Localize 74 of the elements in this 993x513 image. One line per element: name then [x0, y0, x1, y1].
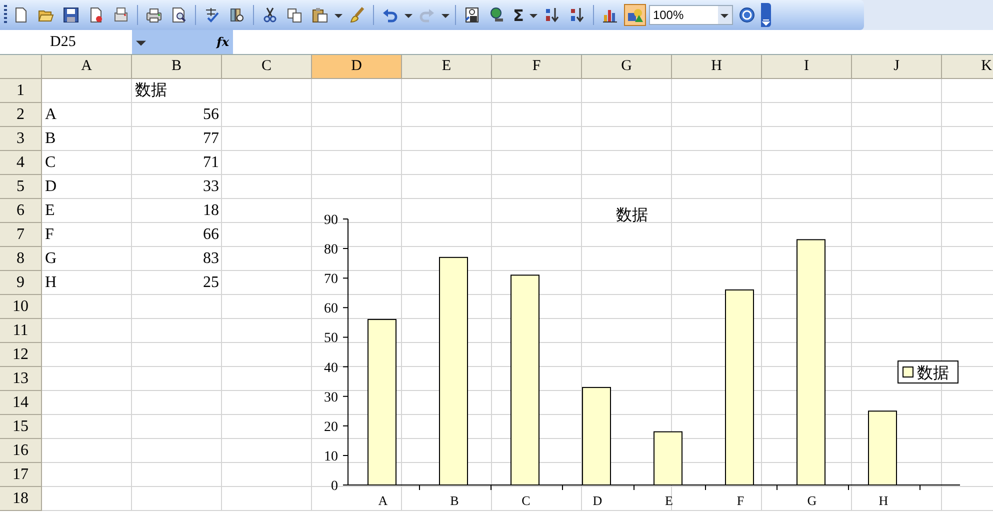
chart-bar — [654, 431, 682, 486]
column-header[interactable]: I — [762, 55, 852, 79]
column-header[interactable]: F — [492, 55, 582, 79]
table-cell-text: 83 — [202, 249, 220, 269]
row-header[interactable]: 2 — [0, 103, 42, 127]
axis-label: 30 — [324, 390, 338, 406]
column-header[interactable]: G — [582, 55, 672, 79]
table-cell-text: 56 — [202, 105, 220, 125]
chart-title: 数据 — [616, 207, 648, 224]
column-header[interactable]: E — [402, 55, 492, 79]
axis-label: 80 — [324, 242, 338, 258]
table-cell-text: 66 — [202, 225, 220, 245]
function-button[interactable]: fx — [216, 35, 229, 49]
table-cell-text: 71 — [202, 153, 220, 173]
chevron-icon — [762, 17, 770, 27]
autosum-button[interactable]: Σ — [511, 6, 526, 24]
axis-label: 90 — [324, 213, 338, 228]
row-header[interactable]: 12 — [0, 343, 42, 367]
axis-label: G — [807, 493, 817, 508]
axis-label: 50 — [324, 331, 338, 346]
table-cell-text: H — [44, 273, 58, 293]
row-header[interactable]: 14 — [0, 391, 42, 415]
row-header[interactable]: 10 — [0, 295, 42, 319]
axis-label: 20 — [324, 420, 338, 435]
axis-label: H — [878, 493, 888, 508]
axis-label: 0 — [331, 479, 338, 494]
axis-label: 40 — [324, 360, 338, 376]
table-cell-text: A — [44, 105, 58, 125]
table-cell-text: C — [44, 153, 57, 173]
row-header[interactable]: 8 — [0, 247, 42, 271]
column-header[interactable]: H — [672, 55, 762, 79]
axis-label: A — [378, 493, 388, 508]
column-header[interactable]: A — [42, 55, 132, 79]
column-header[interactable]: J — [852, 55, 942, 79]
row-header[interactable]: 17 — [0, 463, 42, 487]
row-header[interactable]: 4 — [0, 151, 42, 175]
axis-label: B — [450, 493, 459, 508]
chart-legend: 数据 — [898, 360, 958, 384]
row-header[interactable]: 7 — [0, 223, 42, 247]
row-header[interactable]: 1 — [0, 79, 42, 103]
legend-label: 数据 — [917, 365, 949, 382]
table-cell-text: 25 — [202, 273, 220, 293]
drawing-button[interactable] — [624, 4, 646, 26]
row-header[interactable]: 6 — [0, 199, 42, 223]
row-header[interactable]: 5 — [0, 175, 42, 199]
table-cell-text: 数据 — [134, 81, 168, 101]
axis-label: 70 — [324, 272, 338, 288]
table-cell-text: G — [44, 249, 58, 269]
table-cell-text: 77 — [202, 129, 220, 149]
column-header[interactable]: B — [132, 55, 222, 79]
axis-label: 10 — [324, 449, 338, 464]
table-cell-text: B — [44, 129, 57, 149]
column-header[interactable]: K — [942, 55, 993, 79]
table-cell-text: D — [44, 177, 58, 197]
row-header[interactable]: 18 — [0, 487, 42, 511]
table-cell-text: E — [44, 201, 56, 221]
axis-label: 60 — [324, 302, 338, 317]
column-header[interactable]: C — [222, 55, 312, 79]
row-header[interactable]: 11 — [0, 319, 42, 343]
row-header[interactable]: 3 — [0, 127, 42, 151]
axis-label: C — [522, 493, 530, 508]
row-header[interactable]: 9 — [0, 271, 42, 295]
table-cell-text: 33 — [202, 177, 220, 197]
table-cell-text: F — [44, 225, 55, 245]
column-header[interactable]: D — [312, 55, 402, 79]
row-header[interactable]: 16 — [0, 439, 42, 463]
axis-label: E — [665, 493, 673, 508]
row-header[interactable]: 13 — [0, 367, 42, 391]
row-header[interactable]: 15 — [0, 415, 42, 439]
toolbar-options-button[interactable] — [760, 3, 771, 27]
table-cell-text: 18 — [202, 201, 220, 221]
axis-label: D — [592, 493, 602, 508]
axis-label: F — [736, 493, 744, 508]
zoom-field[interactable]: 100% — [648, 5, 733, 25]
